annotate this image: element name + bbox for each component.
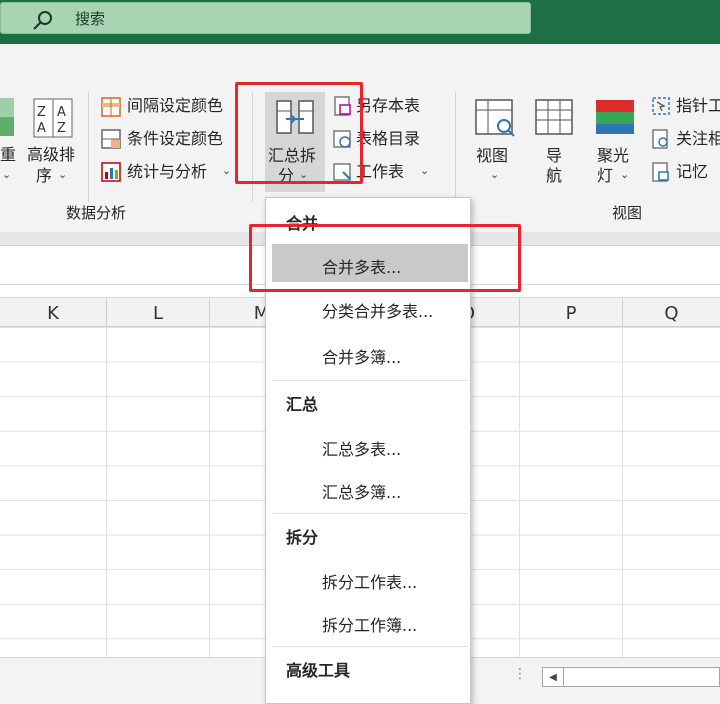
scroll-left-button[interactable]: ◀: [542, 667, 564, 687]
memory-icon: [652, 162, 669, 182]
group-label-data-analysis: 数据分析: [66, 204, 127, 222]
search-box[interactable]: 搜索: [0, 2, 531, 34]
menu-item-category-merge[interactable]: 分类合并多表...: [322, 298, 433, 322]
interval-color-button[interactable]: 间隔设定颜色: [127, 96, 223, 116]
menu-item-merge-books[interactable]: 合并多簿...: [322, 344, 401, 368]
condition-color-icon: [101, 129, 121, 149]
nav-button-line1[interactable]: 导: [546, 146, 562, 166]
menu-item-split-sheet[interactable]: 拆分工作表...: [322, 569, 417, 593]
column-header-p[interactable]: P: [520, 298, 623, 328]
focus-button[interactable]: 关注相: [676, 129, 720, 149]
nav-icon[interactable]: [534, 96, 576, 138]
svg-text:Z: Z: [37, 105, 46, 120]
pointer-icon: [652, 97, 670, 115]
svg-text:A: A: [37, 121, 46, 136]
worksheet-button[interactable]: 工作表: [356, 162, 404, 182]
horizontal-scrollbar[interactable]: [564, 667, 720, 687]
menu-item-summary-books[interactable]: 汇总多簿...: [322, 479, 401, 503]
group-label-view: 视图: [612, 204, 643, 222]
focus-icon: [652, 129, 668, 149]
column-header-q[interactable]: Q: [623, 298, 720, 328]
highlight-merge-sheets-item: [249, 224, 521, 292]
spotlight-button-line2[interactable]: 灯: [597, 166, 613, 186]
svg-text:A: A: [57, 105, 66, 120]
nav-button-line2[interactable]: 航: [546, 166, 562, 186]
interval-color-icon: [101, 97, 121, 117]
partial-button-label[interactable]: 重: [0, 145, 16, 165]
sort-icon[interactable]: Z A A Z: [32, 97, 74, 139]
menu-section-advanced: 高级工具: [286, 661, 351, 680]
more-tabs-icon[interactable]: ⋮: [513, 666, 527, 682]
pointer-button[interactable]: 指针工: [676, 96, 720, 116]
remove-dup-icon: [0, 98, 14, 136]
stats-icon: [101, 162, 121, 182]
view-icon[interactable]: [474, 96, 516, 138]
search-placeholder: 搜索: [75, 10, 106, 28]
column-header-k[interactable]: K: [0, 298, 107, 328]
spotlight-button-line1[interactable]: 聚光: [597, 146, 629, 166]
sort-button-line2[interactable]: 序: [36, 166, 52, 186]
menu-item-split-book[interactable]: 拆分工作簿...: [322, 612, 417, 636]
view-button-label[interactable]: 视图: [476, 146, 508, 166]
svg-text:Z: Z: [57, 121, 66, 136]
sort-button-line1[interactable]: 高级排: [27, 145, 75, 165]
condition-color-button[interactable]: 条件设定颜色: [127, 129, 223, 149]
search-icon: [33, 11, 52, 30]
spotlight-icon[interactable]: [594, 96, 636, 138]
menu-section-summary: 汇总: [286, 395, 319, 414]
highlight-summary-split-button: [235, 82, 363, 184]
save-sheet-button[interactable]: 另存本表: [356, 96, 420, 116]
memory-button[interactable]: 记忆: [676, 162, 708, 182]
menu-section-split: 拆分: [286, 528, 319, 547]
column-header-l[interactable]: L: [107, 298, 210, 328]
menu-item-summary-sheets[interactable]: 汇总多表...: [322, 436, 401, 460]
stats-button[interactable]: 统计与分析: [127, 162, 207, 182]
table-index-button[interactable]: 表格目录: [356, 129, 420, 149]
